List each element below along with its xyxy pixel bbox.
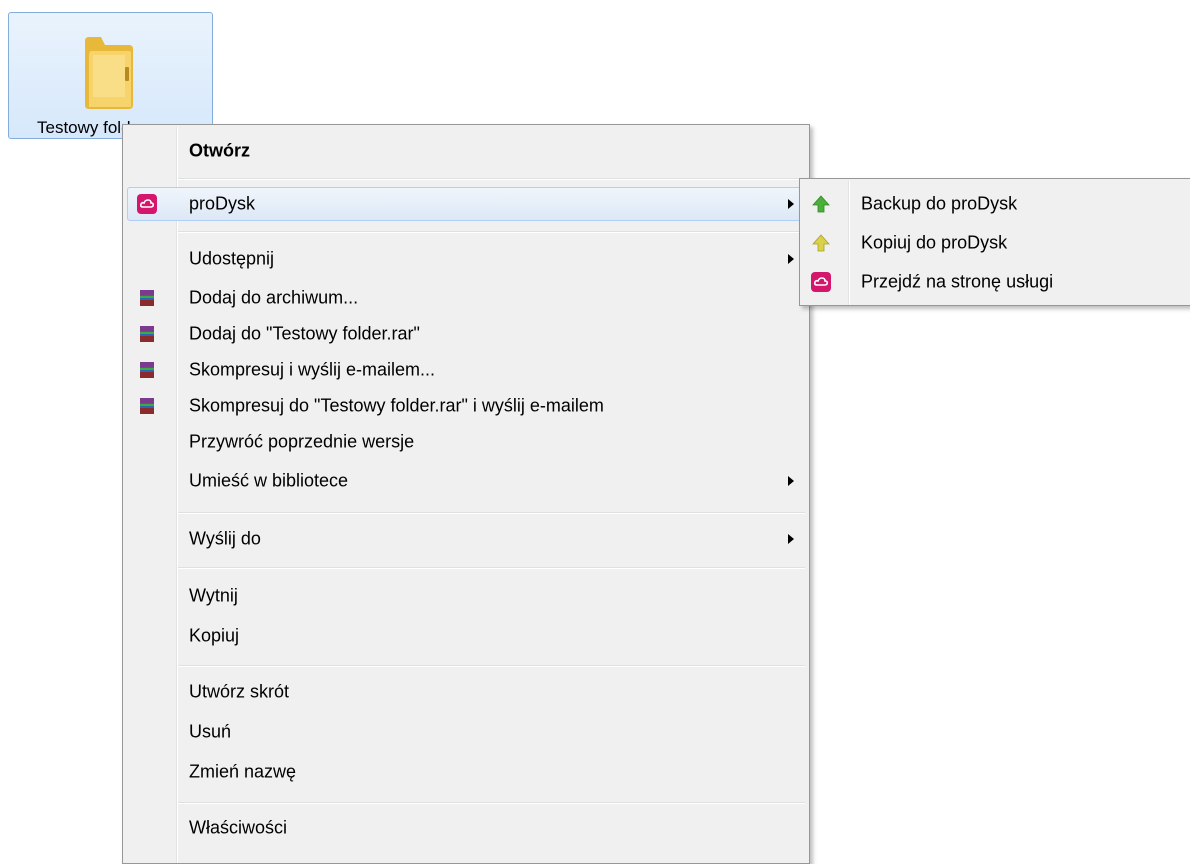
menu-separator (178, 802, 805, 804)
desktop-folder-item[interactable]: Testowy folder (8, 12, 213, 139)
submenu-item-przejdz-na-strone[interactable]: Przejdź na stronę usługi (804, 265, 1186, 299)
menu-item-label: Skompresuj i wyślij e-mailem... (189, 359, 436, 380)
menu-item-label: Właściwości (189, 817, 288, 838)
menu-item-dodaj-do-rar[interactable]: Dodaj do "Testowy folder.rar" (127, 317, 805, 351)
menu-item-udostepnij[interactable]: Udostępnij (127, 242, 805, 276)
menu-item-label: Dodaj do archiwum... (189, 287, 359, 308)
menu-item-otworz[interactable]: Otwórz (127, 134, 805, 168)
submenu-item-kopiuj[interactable]: Kopiuj do proDysk (804, 226, 1186, 260)
menu-item-label: proDysk (189, 193, 256, 214)
menu-item-zmien-nazwe[interactable]: Zmień nazwę (127, 755, 805, 789)
winrar-icon (140, 398, 154, 414)
context-menu: Otwórz proDysk Udostępnij Dodaj do archi… (122, 124, 810, 864)
menu-item-dodaj-do-archiwum[interactable]: Dodaj do archiwum... (127, 281, 805, 315)
menu-item-kopiuj[interactable]: Kopiuj (127, 619, 805, 653)
menu-separator (178, 665, 805, 667)
menu-item-umiesc-w-bibliotece[interactable]: Umieść w bibliotece (127, 464, 805, 498)
menu-item-skompresuj-i-wyslij[interactable]: Skompresuj i wyślij e-mailem... (127, 353, 805, 387)
submenu-arrow-icon (788, 254, 794, 264)
prodysk-cloud-icon (811, 272, 831, 292)
menu-separator (178, 231, 805, 233)
menu-item-label: Wytnij (189, 585, 238, 606)
menu-item-label: Przywróć poprzednie wersje (189, 431, 415, 452)
menu-item-label: Wyślij do (189, 528, 261, 549)
menu-item-przywroc-wersje[interactable]: Przywróć poprzednie wersje (127, 425, 805, 459)
menu-item-label: Otwórz (189, 140, 250, 161)
menu-item-utworz-skrot[interactable]: Utwórz skrót (127, 675, 805, 709)
folder-icon (85, 37, 133, 109)
submenu-item-label: Przejdź na stronę usługi (861, 271, 1054, 292)
menu-item-label: Utwórz skrót (189, 681, 290, 702)
menu-item-label: Udostępnij (189, 248, 275, 269)
menu-item-label: Zmień nazwę (189, 761, 297, 782)
menu-separator (178, 567, 805, 569)
menu-item-skompresuj-do-rar-i-wyslij[interactable]: Skompresuj do "Testowy folder.rar" i wyś… (127, 389, 805, 423)
menu-item-label: Dodaj do "Testowy folder.rar" (189, 323, 420, 344)
menu-item-label: Skompresuj do "Testowy folder.rar" i wyś… (189, 395, 604, 416)
submenu-item-label: Backup do proDysk (861, 193, 1018, 214)
green-up-arrow-icon (812, 195, 830, 213)
submenu-arrow-icon (788, 534, 794, 544)
menu-item-wytnij[interactable]: Wytnij (127, 579, 805, 613)
winrar-icon (140, 290, 154, 306)
menu-item-wyslij-do[interactable]: Wyślij do (127, 522, 805, 556)
menu-item-label: Usuń (189, 721, 232, 742)
yellow-up-arrow-icon (812, 234, 830, 252)
menu-item-usun[interactable]: Usuń (127, 715, 805, 749)
submenu-arrow-icon (788, 199, 794, 209)
menu-separator (178, 178, 805, 180)
prodysk-cloud-icon (137, 194, 157, 214)
menu-item-label: Kopiuj (189, 625, 240, 646)
menu-item-wlasciwosci[interactable]: Właściwości (127, 811, 805, 845)
prodysk-submenu: Backup do proDysk Kopiuj do proDysk Prze… (799, 178, 1190, 306)
menu-item-label: Umieść w bibliotece (189, 470, 349, 491)
winrar-icon (140, 362, 154, 378)
submenu-arrow-icon (788, 476, 794, 486)
submenu-item-backup[interactable]: Backup do proDysk (804, 187, 1186, 221)
submenu-item-label: Kopiuj do proDysk (861, 232, 1008, 253)
menu-item-prodysk[interactable]: proDysk (127, 187, 805, 221)
winrar-icon (140, 326, 154, 342)
menu-separator (178, 512, 805, 514)
